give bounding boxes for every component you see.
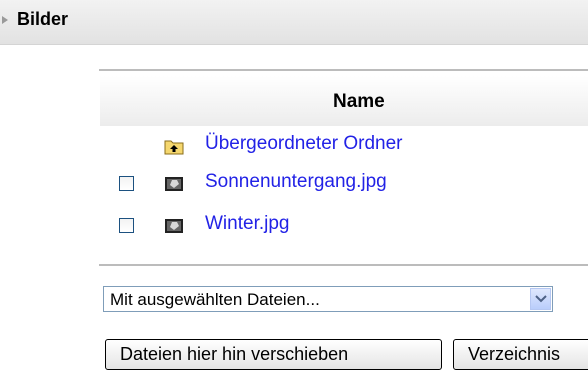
- table-row: Winter.jpg: [100, 211, 588, 243]
- row-checkbox[interactable]: [119, 176, 134, 191]
- move-files-button-label: Dateien hier hin verschieben: [120, 344, 349, 364]
- row-link-file[interactable]: Winter.jpg: [205, 213, 289, 235]
- move-files-button[interactable]: Dateien hier hin verschieben: [105, 339, 442, 370]
- bulk-action-select[interactable]: Mit ausgewählten Dateien...: [103, 286, 553, 312]
- image-file-icon: [165, 219, 183, 233]
- table-row: Sonnenuntergang.jpg: [100, 169, 588, 201]
- section-header[interactable]: Bilder: [0, 0, 588, 45]
- row-link-parent-folder[interactable]: Übergeordneter Ordner: [205, 133, 403, 155]
- dropdown-arrow-button[interactable]: [530, 288, 551, 310]
- row-checkbox[interactable]: [119, 218, 134, 233]
- table-row-parent-folder: Übergeordneter Ordner: [100, 131, 588, 163]
- directory-button-label: Verzeichnis: [468, 344, 561, 364]
- section-title: Bilder: [17, 9, 69, 29]
- bulk-action-select-value: Mit ausgewählten Dateien...: [110, 290, 320, 309]
- image-file-icon: [165, 177, 183, 191]
- row-link-file[interactable]: Sonnenuntergang.jpg: [205, 171, 387, 193]
- directory-button[interactable]: Verzeichnis: [453, 339, 588, 370]
- table-top-divider: [99, 69, 588, 71]
- chevron-down-icon: [535, 295, 547, 303]
- table-bottom-divider: [99, 264, 588, 266]
- column-header-name[interactable]: Name: [333, 91, 385, 113]
- parent-folder-icon: [164, 140, 184, 155]
- collapse-arrow-icon[interactable]: [2, 16, 8, 24]
- page: Bilder Name Übergeordneter Ordner Sonnen…: [0, 0, 588, 387]
